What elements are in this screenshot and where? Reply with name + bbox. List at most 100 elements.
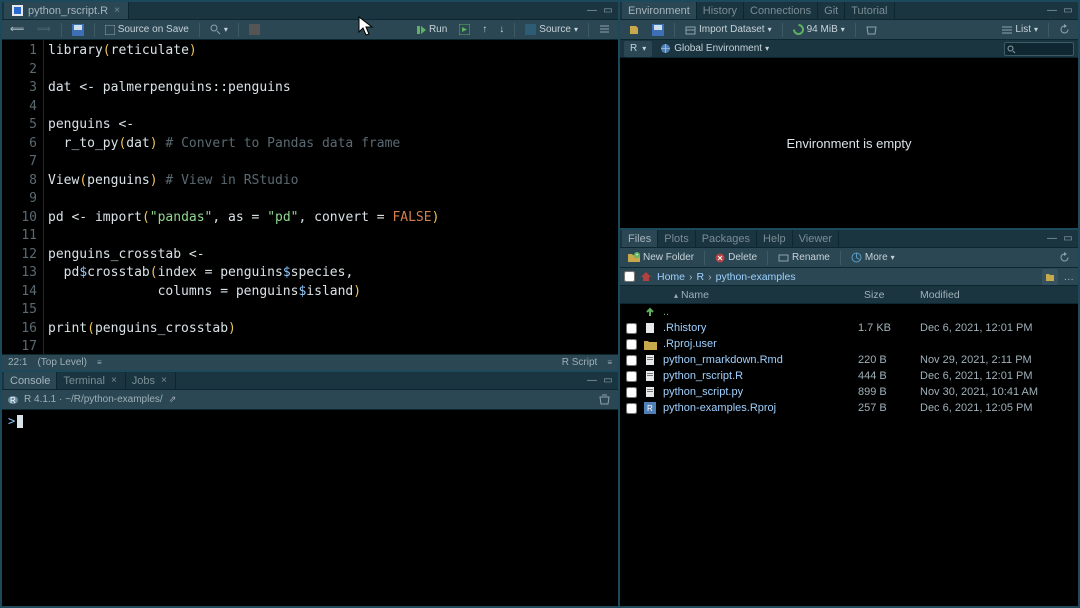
delete-button[interactable]: Delete [711, 250, 761, 266]
maximize-icon[interactable]: ▭ [1060, 232, 1076, 245]
files-tab[interactable]: Files [622, 230, 658, 247]
popout-icon[interactable]: ⇗ [169, 394, 177, 405]
env-body: Environment is empty [620, 58, 1078, 228]
new-folder-button[interactable]: + New Folder [624, 250, 698, 266]
home-icon[interactable] [639, 270, 653, 284]
file-row[interactable]: python_script.py 899 B Nov 30, 2021, 10:… [620, 384, 1078, 400]
file-name[interactable]: python_script.py [663, 386, 852, 398]
file-type-icon [643, 370, 657, 382]
env-scope-bar: R▾ Global Environment ▾ [620, 40, 1078, 58]
env-tab-row: Environment History Connections Git Tuto… [620, 2, 1078, 20]
save-workspace-icon[interactable] [648, 22, 668, 38]
file-type-indicator[interactable]: R Script [562, 357, 598, 368]
file-checkbox[interactable] [626, 387, 637, 398]
env-tab[interactable]: Environment [622, 2, 697, 19]
minimize-icon[interactable]: — [1044, 4, 1060, 17]
maximize-icon[interactable]: ▭ [600, 374, 616, 387]
close-icon[interactable]: × [109, 375, 119, 386]
file-checkbox[interactable] [626, 403, 637, 414]
file-name[interactable]: .. [663, 306, 852, 318]
console-pane: Console Terminal× Jobs× — ▭ R R 4.1.1 · … [2, 370, 618, 606]
tutorial-tab[interactable]: Tutorial [845, 2, 894, 19]
back-button[interactable]: ⟸ [6, 22, 28, 38]
connections-tab[interactable]: Connections [744, 2, 818, 19]
terminal-tab[interactable]: Terminal× [57, 372, 125, 389]
file-row[interactable]: R python-examples.Rproj 257 B Dec 6, 202… [620, 400, 1078, 416]
editor-window-controls: — ▭ [584, 4, 616, 17]
close-tab-icon[interactable]: × [112, 5, 122, 16]
editor-tab[interactable]: python_rscript.R × [4, 2, 129, 19]
scope-selector[interactable]: Global Environment ▾ [656, 41, 773, 57]
clear-objects-icon[interactable] [862, 22, 881, 38]
file-size: 1.7 KB [858, 322, 914, 334]
goto-dir-icon[interactable] [1042, 269, 1058, 285]
git-tab[interactable]: Git [818, 2, 845, 19]
help-tab[interactable]: Help [757, 230, 793, 247]
file-row[interactable]: python_rscript.R 444 B Dec 6, 2021, 12:0… [620, 368, 1078, 384]
file-size: 444 B [858, 370, 914, 382]
more-path-icon[interactable]: … [1064, 271, 1075, 283]
file-type-icon [643, 386, 657, 398]
scope-indicator[interactable]: (Top Level) [37, 357, 86, 368]
view-mode-button[interactable]: List ▾ [998, 22, 1042, 38]
file-name[interactable]: .Rhistory [663, 322, 852, 334]
console-tab[interactable]: Console [4, 372, 57, 389]
more-button[interactable]: More ▾ [847, 250, 899, 266]
env-empty-text: Environment is empty [787, 136, 912, 151]
minimize-icon[interactable]: — [584, 374, 600, 387]
source-on-save-check[interactable]: Source on Save [101, 22, 193, 38]
file-row[interactable]: .Rproj.user [620, 336, 1078, 352]
file-name[interactable]: python_rscript.R [663, 370, 852, 382]
breadcrumb-home[interactable]: Home [657, 271, 685, 283]
language-selector[interactable]: R▾ [624, 41, 652, 57]
refresh-env-icon[interactable] [1055, 22, 1074, 38]
maximize-icon[interactable]: ▭ [600, 4, 616, 17]
file-name[interactable]: .Rproj.user [663, 338, 852, 350]
memory-indicator[interactable]: 94 MiB ▾ [789, 22, 849, 38]
packages-tab[interactable]: Packages [696, 230, 757, 247]
scope-dropdown-icon[interactable]: ≡ [97, 358, 102, 367]
file-checkbox[interactable] [626, 371, 637, 382]
minimize-icon[interactable]: — [1044, 232, 1060, 245]
outline-button[interactable] [595, 22, 614, 38]
breadcrumb-r[interactable]: R [697, 271, 705, 283]
code-area[interactable]: library(reticulate)dat <- palmerpenguins… [44, 40, 618, 354]
file-row[interactable]: python_rmarkdown.Rmd 220 B Nov 29, 2021,… [620, 352, 1078, 368]
console-info[interactable]: R 4.1.1 · ~/R/python-examples/ [24, 394, 163, 405]
rerun-button[interactable] [455, 22, 474, 38]
env-search-input[interactable] [1004, 42, 1074, 56]
save-icon[interactable] [68, 22, 88, 38]
load-workspace-icon[interactable] [624, 22, 644, 38]
go-down-button[interactable]: ↓ [495, 22, 508, 38]
editor-toolbar: ⟸ ⟹ Source on Save ▾ Run [2, 20, 618, 40]
console-body[interactable]: > [2, 410, 618, 606]
file-row[interactable]: .. [620, 304, 1078, 320]
close-icon[interactable]: × [159, 375, 169, 386]
rename-button[interactable]: Rename [774, 250, 834, 266]
clear-console-icon[interactable] [595, 392, 614, 408]
select-all-checkbox[interactable] [624, 271, 635, 282]
run-button[interactable]: Run [412, 22, 451, 38]
file-checkbox[interactable] [626, 323, 637, 334]
file-name[interactable]: python-examples.Rproj [663, 402, 852, 414]
maximize-icon[interactable]: ▭ [1060, 4, 1076, 17]
minimize-icon[interactable]: — [584, 4, 600, 17]
forward-button[interactable]: ⟹ [32, 22, 54, 38]
jobs-tab[interactable]: Jobs× [126, 372, 176, 389]
file-name[interactable]: python_rmarkdown.Rmd [663, 354, 852, 366]
history-tab[interactable]: History [697, 2, 744, 19]
file-modified: Dec 6, 2021, 12:05 PM [920, 402, 1070, 414]
file-checkbox[interactable] [626, 355, 637, 366]
file-row[interactable]: .Rhistory 1.7 KB Dec 6, 2021, 12:01 PM [620, 320, 1078, 336]
import-dataset-button[interactable]: Import Dataset ▾ [681, 22, 776, 38]
breadcrumb-folder[interactable]: python-examples [716, 271, 796, 283]
file-checkbox[interactable] [626, 339, 637, 350]
plots-tab[interactable]: Plots [658, 230, 695, 247]
refresh-files-icon[interactable] [1055, 250, 1074, 266]
compile-icon[interactable] [245, 22, 264, 38]
viewer-tab[interactable]: Viewer [793, 230, 839, 247]
code-editor[interactable]: 123456789101112131415161718 library(reti… [2, 40, 618, 354]
source-button[interactable]: Source ▾ [521, 22, 582, 38]
go-up-button[interactable]: ↑ [478, 22, 491, 38]
find-button[interactable]: ▾ [206, 22, 232, 38]
